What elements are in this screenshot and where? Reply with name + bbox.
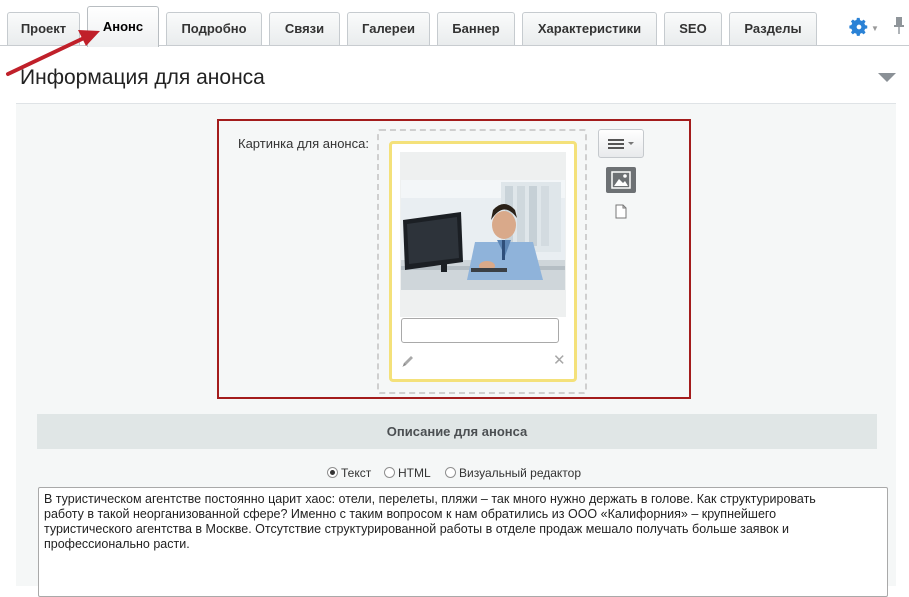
radio-dot-icon[interactable] (384, 467, 395, 478)
gear-icon[interactable] (848, 16, 870, 38)
annotation-arrow-icon (6, 30, 100, 76)
tab-banner[interactable]: Баннер (437, 12, 515, 45)
tab-details[interactable]: Подробно (166, 12, 262, 45)
collapse-triangle-icon[interactable] (878, 73, 896, 82)
tab-galleries[interactable]: Галереи (347, 12, 430, 45)
radio-html[interactable]: HTML (384, 466, 431, 480)
settings-caret-icon[interactable]: ▼ (871, 24, 879, 33)
tab-seo[interactable]: SEO (664, 12, 722, 45)
radio-dot-icon[interactable] (327, 467, 338, 478)
radio-label: HTML (398, 466, 431, 480)
description-title: Описание для анонса (386, 424, 528, 439)
highlight-box (217, 119, 691, 399)
description-text: В туристическом агентстве постоянно цари… (44, 492, 816, 551)
radio-visual-editor[interactable]: Визуальный редактор (445, 466, 581, 480)
tab-characteristics[interactable]: Характеристики (522, 12, 657, 45)
tab-links[interactable]: Связи (269, 12, 340, 45)
tab-sections[interactable]: Разделы (729, 12, 817, 45)
pin-icon[interactable] (892, 16, 906, 36)
radio-label: Текст (341, 466, 372, 480)
radio-dot-icon[interactable] (445, 467, 456, 478)
radio-label: Визуальный редактор (459, 466, 582, 480)
radio-text[interactable]: Текст (327, 466, 371, 480)
